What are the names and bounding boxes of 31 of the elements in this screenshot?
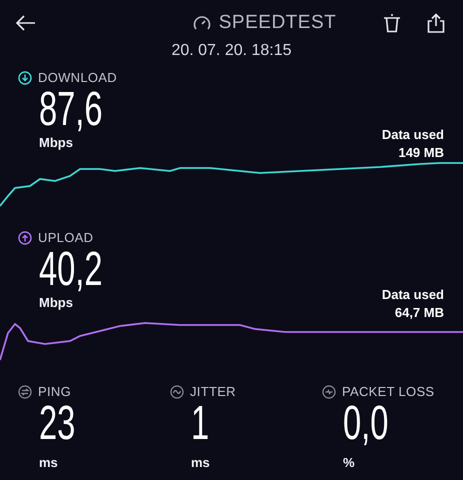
speed-unit: Mbps (39, 295, 73, 310)
share-icon (426, 13, 445, 33)
packet-loss-icon (322, 384, 336, 398)
trash-icon (382, 13, 401, 33)
back-arrow-icon (16, 15, 36, 31)
speed-unit: Mbps (39, 135, 73, 150)
ping-icon (18, 384, 32, 398)
speed-value: 40,2 (39, 245, 103, 295)
jitter-icon (170, 384, 184, 398)
test-datetime: 20. 07. 20. 18:15 (170, 42, 293, 60)
gauge-icon (192, 15, 211, 31)
metric-unit: ms (39, 455, 58, 470)
section-label: UPLOAD (38, 230, 94, 245)
metric-value: 23 (39, 399, 76, 449)
section-label: DOWNLOAD (38, 70, 117, 85)
data-used-value: 149 MB (397, 144, 444, 162)
app-title: SPEEDTEST (218, 12, 336, 34)
metric-value: 0,0 (343, 399, 388, 449)
metric-label: JITTER (190, 384, 236, 399)
data-used-label: Data used (382, 126, 444, 144)
metric-unit: % (343, 455, 355, 470)
back-button[interactable] (16, 15, 36, 31)
delete-button[interactable] (382, 13, 401, 33)
data-used-value: 64,7 MB (394, 304, 444, 322)
data-used-label: Data used (382, 286, 444, 304)
metric-value: 1 (191, 399, 210, 449)
speed-value: 87,6 (39, 85, 103, 135)
metric-label: PING (38, 384, 71, 399)
metric-unit: ms (191, 455, 210, 470)
share-button[interactable] (426, 13, 445, 33)
metric-label: PACKET LOSS (342, 384, 434, 399)
